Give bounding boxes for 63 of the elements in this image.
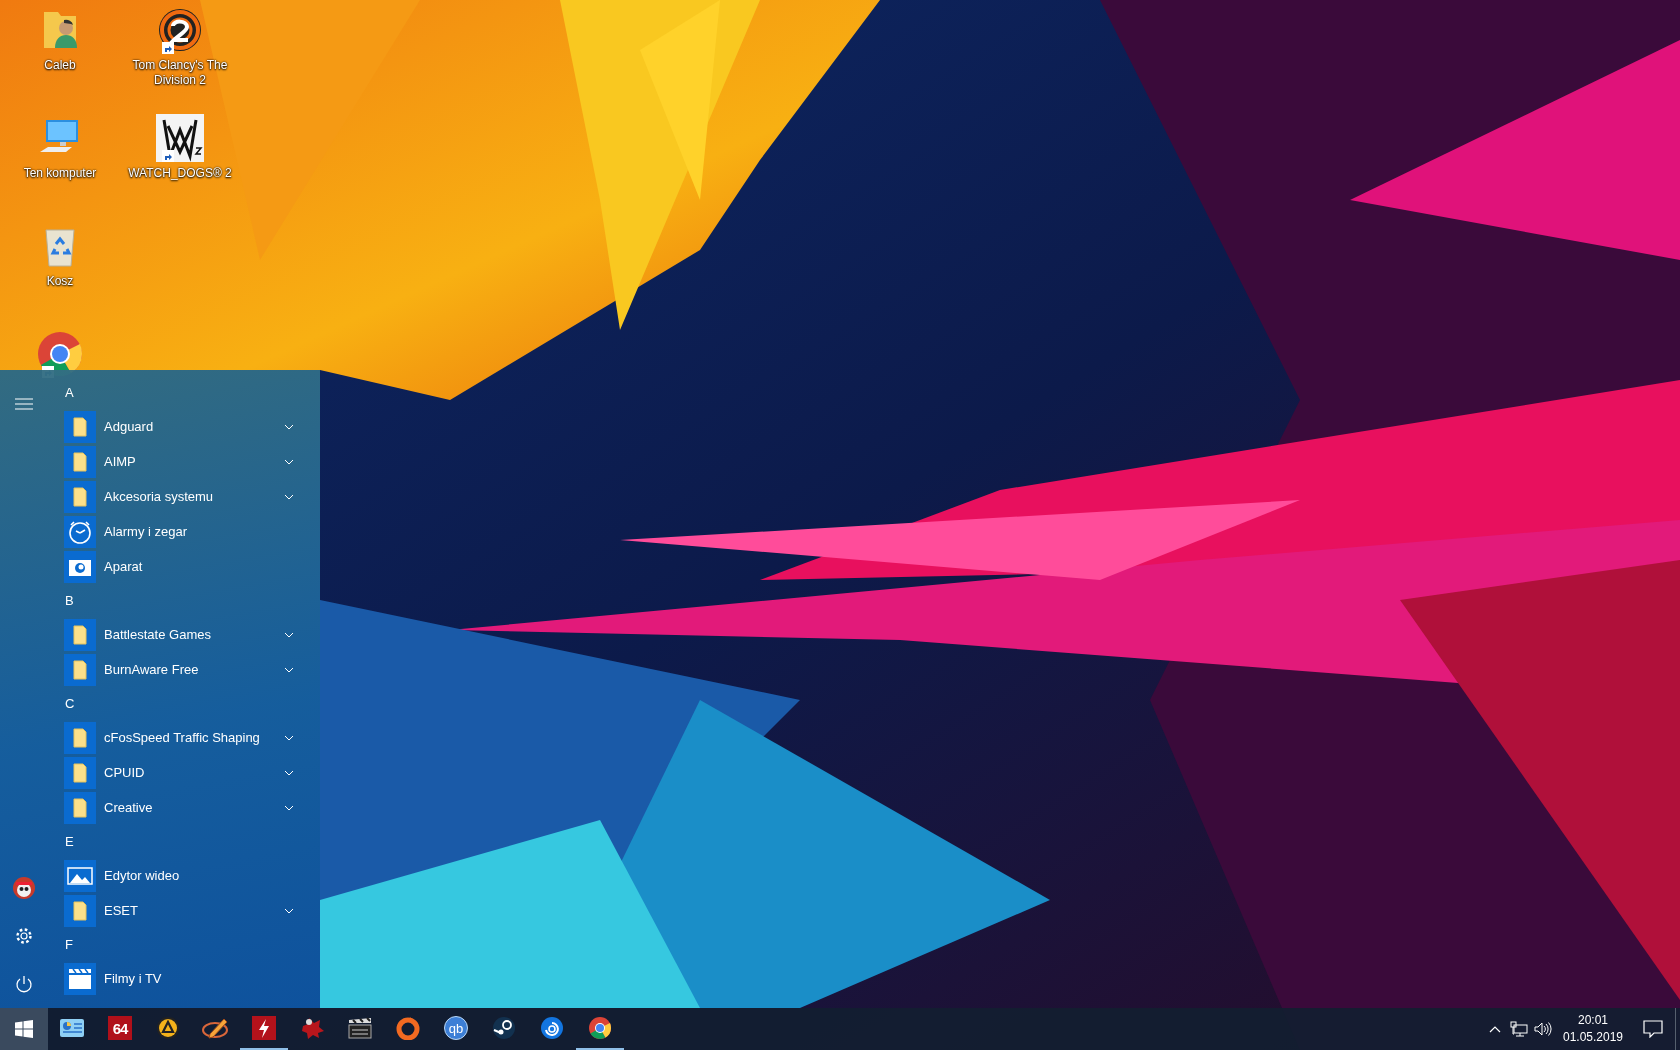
clock-button[interactable]: 20:01 01.05.2019 (1555, 1008, 1631, 1050)
folder-icon (64, 721, 96, 754)
menu-icon (15, 397, 33, 411)
app-list-item[interactable]: Aparat (64, 549, 304, 584)
icon-label: Tom Clancy's The Division 2 (131, 58, 229, 88)
taskbar-app-button[interactable]: qb (432, 1008, 480, 1050)
ring-icon (396, 1016, 420, 1040)
speaker-icon (1534, 1021, 1552, 1037)
swirl-icon (540, 1016, 564, 1040)
steam-icon (492, 1016, 516, 1040)
app-list-item[interactable]: CPUID (64, 755, 304, 790)
app-list-item[interactable]: BurnAware Free (64, 652, 304, 687)
folder-icon (64, 894, 96, 927)
start-button[interactable] (0, 1008, 48, 1050)
triangle-circle-icon (156, 1016, 180, 1040)
camera-icon (64, 550, 96, 583)
network-icon (1510, 1021, 1528, 1037)
letter-header[interactable]: C (64, 687, 92, 720)
speech-bubble-icon (1643, 1020, 1663, 1038)
app-list-item[interactable]: Alarmy i zegar (64, 514, 304, 549)
clapperboard-icon (64, 962, 96, 995)
skull-avatar-icon (13, 877, 35, 899)
splat-icon (299, 1016, 325, 1040)
number-two-icon (156, 6, 204, 54)
mask-logo-icon (156, 114, 204, 162)
windows-logo-icon (15, 1020, 33, 1038)
app-list-item[interactable]: ESET (64, 893, 304, 928)
letter-header[interactable]: B (64, 584, 92, 617)
app-list-item[interactable]: cFosSpeed Traffic Shaping (64, 720, 304, 755)
folder-icon (64, 410, 96, 443)
icon-label: Ten komputer (23, 166, 97, 181)
app-list-item[interactable]: Akcesoria systemu (64, 479, 304, 514)
folder-icon (64, 445, 96, 478)
letter-header[interactable]: E (64, 825, 92, 858)
number-tile-icon: 64 (108, 1016, 132, 1040)
app-list-item[interactable]: AIMP (64, 444, 304, 479)
icon-label: WATCH_DOGS® 2 (128, 166, 232, 181)
icon-label: Kosz (46, 274, 74, 289)
folder-icon (64, 756, 96, 789)
alarm-clock-icon (64, 515, 96, 548)
settings-icon (15, 927, 33, 945)
app-list-item[interactable]: Creative (64, 790, 304, 825)
qb-logo-icon: qb (444, 1016, 468, 1040)
control-panel-icon (59, 1017, 85, 1039)
app-list-item[interactable]: Battlestate Games (64, 617, 304, 652)
clapperboard-icon (347, 1016, 373, 1040)
app-list-item[interactable]: Edytor wideo (64, 858, 304, 893)
letter-header[interactable]: F (64, 928, 92, 961)
icon-label: Caleb (44, 58, 76, 73)
chrome-icon (588, 1016, 612, 1040)
app-list-item[interactable]: Adguard (64, 409, 304, 444)
picture-frame-icon (64, 859, 96, 892)
power-icon (15, 975, 33, 993)
folder-icon (64, 480, 96, 513)
folder-icon (64, 618, 96, 651)
chevron-up-icon (1489, 1025, 1501, 1033)
pencil-icon (202, 1016, 230, 1040)
folder-icon (64, 791, 96, 824)
letter-header[interactable]: A (64, 376, 92, 409)
app-list-item[interactable]: Filmy i TV (64, 961, 304, 996)
taskbar-app-button[interactable]: 64 (96, 1008, 144, 1050)
folder-icon (64, 653, 96, 686)
lightning-bolt-icon (252, 1016, 276, 1040)
